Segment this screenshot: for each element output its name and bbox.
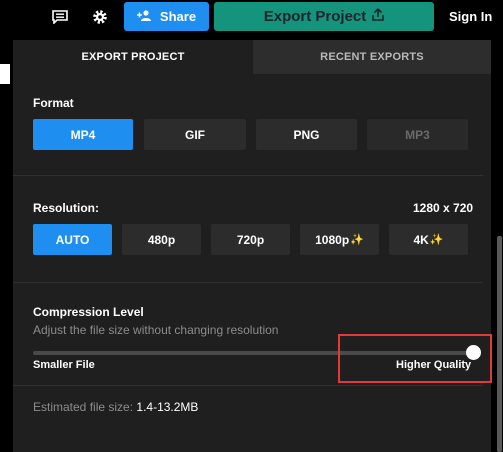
resolution-option-720p[interactable]: 720p (211, 224, 290, 255)
divider (13, 385, 483, 386)
estimate-row: Estimated file size: 1.4-13.2MB (33, 400, 198, 414)
resolution-option-4k[interactable]: 4K ✨ (389, 224, 468, 255)
resolution-value: 1280 x 720 (413, 201, 474, 215)
sparkle-icon: ✨ (350, 234, 364, 246)
export-panel: EXPORT PROJECT RECENT EXPORTS Format MP4… (13, 40, 492, 452)
format-option-mp3[interactable]: MP3 (367, 119, 468, 150)
highlight-box (338, 334, 492, 383)
resolution-option-1080p[interactable]: 1080p ✨ (300, 224, 379, 255)
comment-icon[interactable] (49, 6, 71, 28)
scrollbar[interactable] (497, 236, 502, 452)
slider-min-label: Smaller File (33, 359, 95, 371)
export-project-button[interactable]: Export Project (214, 2, 434, 31)
upload-icon (372, 8, 385, 25)
tab-recent-exports[interactable]: RECENT EXPORTS (253, 40, 491, 74)
add-person-icon (136, 9, 152, 24)
share-label: Share (159, 9, 197, 24)
estimate-value: 1.4-13.2MB (136, 400, 199, 414)
compression-label: Compression Level (33, 305, 144, 319)
divider (13, 175, 483, 176)
gear-icon[interactable] (89, 6, 111, 28)
format-label: Format (33, 96, 74, 110)
compression-description: Adjust the file size without changing re… (33, 323, 279, 337)
share-button[interactable]: Share (124, 2, 209, 31)
top-bar: Share Export Project Sign In (0, 0, 503, 34)
background-strip (0, 64, 10, 84)
tab-export-project[interactable]: EXPORT PROJECT (13, 40, 253, 74)
export-tabs: EXPORT PROJECT RECENT EXPORTS (13, 40, 491, 74)
resolution-option-480p[interactable]: 480p (122, 224, 201, 255)
format-option-gif[interactable]: GIF (144, 119, 246, 150)
resolution-option-label: 1080p (315, 232, 350, 247)
format-option-mp4[interactable]: MP4 (33, 119, 133, 150)
resolution-option-label: 4K (413, 232, 429, 247)
format-option-png[interactable]: PNG (256, 119, 357, 150)
export-label: Export Project (263, 8, 367, 25)
resolution-label: Resolution: (33, 201, 99, 215)
estimate-label: Estimated file size: (33, 400, 134, 414)
resolution-option-auto[interactable]: AUTO (33, 224, 112, 255)
sign-in-link[interactable]: Sign In (449, 9, 492, 24)
divider (13, 282, 483, 283)
sparkle-icon: ✨ (429, 234, 444, 246)
